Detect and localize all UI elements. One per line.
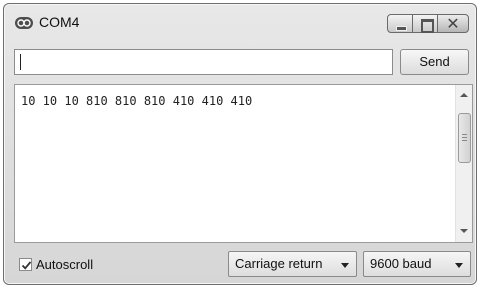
scroll-up-icon[interactable]: [460, 93, 468, 97]
chevron-down-icon: [341, 263, 349, 268]
text-caret: [20, 54, 21, 70]
baud-rate-select[interactable]: 9600 baud: [363, 251, 471, 277]
arduino-infinity-icon: [15, 17, 33, 29]
line-ending-value: Carriage return: [235, 256, 323, 271]
serial-output-area[interactable]: 10 10 10 810 810 810 410 410 410: [14, 84, 473, 243]
vertical-scrollbar[interactable]: [455, 85, 472, 242]
line-ending-select[interactable]: Carriage return: [228, 251, 357, 277]
autoscroll-checkbox[interactable]: [19, 258, 32, 271]
chevron-down-icon: [455, 263, 463, 268]
scroll-down-icon[interactable]: [460, 229, 468, 233]
grip-line: [462, 140, 467, 141]
serial-output-text: 10 10 10 810 810 810 410 410 410: [21, 94, 253, 108]
grip-line: [462, 137, 467, 138]
title-bar[interactable]: COM4 ✕: [4, 4, 476, 42]
checkmark-icon: [21, 261, 32, 270]
baud-rate-value: 9600 baud: [370, 256, 432, 271]
serial-input-field[interactable]: [14, 49, 393, 75]
send-button[interactable]: Send: [400, 49, 469, 75]
maximize-button[interactable]: [412, 14, 438, 33]
minimize-button[interactable]: [387, 14, 413, 33]
close-button[interactable]: ✕: [437, 14, 469, 33]
grip-line: [462, 134, 467, 135]
scroll-thumb[interactable]: [458, 113, 471, 163]
window-title: COM4: [39, 14, 80, 30]
serial-monitor-window: COM4 ✕ Send 10 10 10 810 810 810 410 410…: [3, 3, 477, 285]
close-icon: ✕: [446, 14, 460, 33]
autoscroll-label: Autoscroll: [36, 257, 94, 272]
